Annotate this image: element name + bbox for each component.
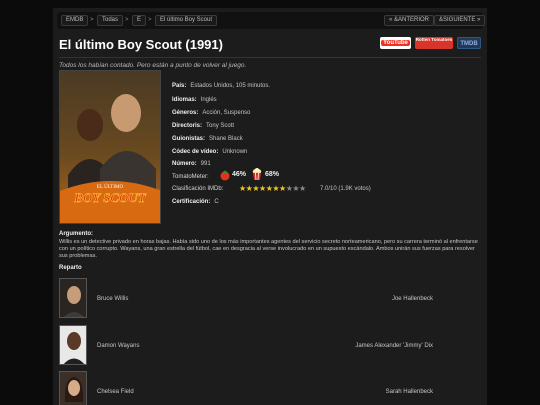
cast-label: Reparto bbox=[59, 265, 82, 271]
imdb-rating-text: 7.0/10 (1.9K votos) bbox=[320, 186, 371, 192]
critics-score: 46% bbox=[232, 171, 247, 178]
actor-photo bbox=[59, 278, 87, 318]
youtube-logo[interactable]: YouTube bbox=[380, 37, 411, 49]
tomatometer-label: TomatoMeter: bbox=[172, 174, 209, 180]
breadcrumb-todas[interactable]: Todas bbox=[97, 15, 124, 26]
breadcrumb-separator: > bbox=[90, 17, 94, 23]
star-empty-icon: ★ bbox=[299, 184, 306, 193]
breadcrumb-letter[interactable]: E bbox=[132, 15, 147, 26]
cast-row[interactable]: Damon Wayans James Alexander 'Jimmy' Dix bbox=[59, 325, 481, 365]
detail-genres: Géneros: Acción, Suspenso bbox=[172, 110, 251, 116]
tomato-icon bbox=[220, 170, 230, 181]
star-filled-icon: ★ bbox=[252, 184, 260, 193]
breadcrumb-separator: > bbox=[125, 17, 129, 23]
character-name: Joe Hallenbeck bbox=[391, 296, 433, 302]
imdb-stars: ★★★★★★★★★★ bbox=[239, 184, 306, 193]
character-name: James Alexander 'Jimmy' Dix bbox=[355, 343, 433, 349]
detail-languages: Idiomas: Inglés bbox=[172, 97, 217, 103]
detail-video-codec: Códec de vídeo: Unknown bbox=[172, 149, 248, 155]
cast-row[interactable]: Bruce Willis Joe Hallenbeck bbox=[59, 278, 481, 318]
actor-name[interactable]: Damon Wayans bbox=[97, 343, 139, 349]
detail-certification: Certificación: C bbox=[172, 199, 219, 205]
imdb-rating-label: Clasificación IMDb: bbox=[172, 186, 224, 192]
main-panel: EMDB > Todas > E > El último Boy Scout «… bbox=[53, 8, 487, 405]
actor-photo-image bbox=[60, 279, 86, 317]
star-filled-icon: ★ bbox=[259, 184, 266, 193]
star-filled-icon: ★ bbox=[279, 184, 286, 193]
breadcrumb-separator: > bbox=[148, 17, 152, 23]
character-name: Sarah Hallenbeck bbox=[385, 389, 433, 395]
tagline: Todos los habían contado. Pero están a p… bbox=[59, 62, 247, 69]
detail-directors: Directoris: Tony Scott bbox=[172, 123, 235, 129]
detail-number: Número: 991 bbox=[172, 161, 211, 167]
detail-writers: Guionistas: Shane Black bbox=[172, 136, 243, 142]
actor-name[interactable]: Bruce Willis bbox=[97, 296, 128, 302]
plot-label: Argumento: bbox=[59, 231, 93, 237]
actor-photo-image bbox=[60, 326, 86, 364]
detail-country: País: Estados Unidos, 105 minutos. bbox=[172, 83, 271, 89]
audience-score: 68% bbox=[265, 171, 280, 178]
prev-button[interactable]: « &ANTERIOR bbox=[384, 15, 435, 26]
popcorn-icon bbox=[252, 168, 262, 181]
rottentomatoes-logo[interactable]: Rotten Tomatoes bbox=[415, 37, 453, 49]
breadcrumb-emdb[interactable]: EMDB bbox=[61, 15, 89, 26]
star-filled-icon: ★ bbox=[239, 184, 246, 193]
movie-poster: EL ÚLTIMO BOY SCOUT bbox=[59, 70, 161, 224]
breadcrumb: EMDB > Todas > E > El último Boy Scout «… bbox=[57, 12, 486, 29]
next-button[interactable]: &SIGUIENTE » bbox=[434, 15, 486, 26]
page-title: El último Boy Scout (1991) bbox=[59, 37, 223, 52]
poster-main-title: BOY SCOUT bbox=[73, 190, 146, 205]
title-divider bbox=[59, 57, 481, 58]
youtube-label: YouTube bbox=[381, 40, 410, 46]
plot-text: Willis es un detective privado en horas … bbox=[59, 239, 478, 259]
tmdb-logo[interactable]: TMDB bbox=[457, 37, 481, 49]
actor-photo bbox=[59, 371, 87, 405]
actor-name[interactable]: Chelsea Field bbox=[97, 389, 134, 395]
poster-image: EL ÚLTIMO BOY SCOUT bbox=[60, 71, 160, 223]
actor-photo-image bbox=[60, 372, 86, 405]
breadcrumb-current[interactable]: El último Boy Scout bbox=[155, 15, 218, 26]
actor-photo bbox=[59, 325, 87, 365]
cast-row[interactable]: Chelsea Field Sarah Hallenbeck bbox=[59, 371, 481, 405]
